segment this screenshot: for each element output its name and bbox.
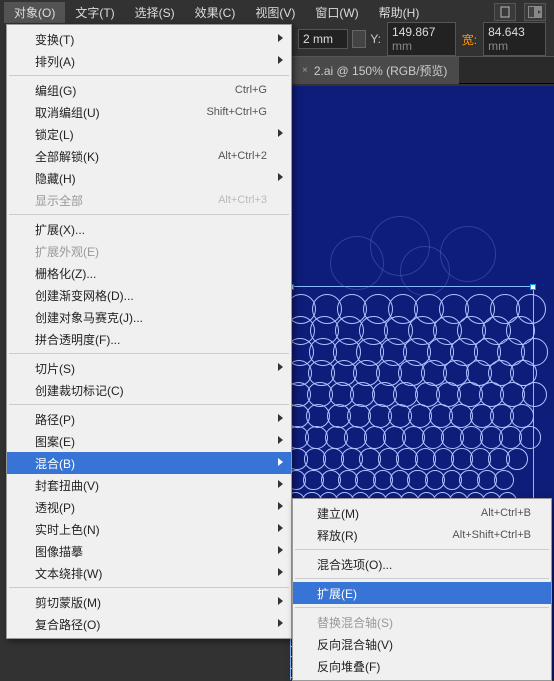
menu-item[interactable]: 剪切蒙版(M) bbox=[7, 591, 291, 613]
chevron-right-icon bbox=[278, 436, 283, 444]
menu-item[interactable]: 切片(S) bbox=[7, 357, 291, 379]
submenu-item[interactable]: 建立(M)Alt+Ctrl+B bbox=[293, 502, 551, 524]
menu-item[interactable]: 隐藏(H) bbox=[7, 167, 291, 189]
menu-item[interactable]: 锁定(L) bbox=[7, 123, 291, 145]
menu-item[interactable]: 图像描摹 bbox=[7, 540, 291, 562]
menu-item[interactable]: 图案(E) bbox=[7, 430, 291, 452]
chevron-right-icon bbox=[278, 546, 283, 554]
menu-type[interactable]: 文字(T) bbox=[65, 2, 124, 23]
tab-title: 2.ai @ 150% (RGB/预览) bbox=[314, 62, 448, 79]
menu-item[interactable]: 实时上色(N) bbox=[7, 518, 291, 540]
menubar: 对象(O) 文字(T) 选择(S) 效果(C) 视图(V) 窗口(W) 帮助(H… bbox=[0, 0, 554, 24]
chevron-right-icon bbox=[278, 568, 283, 576]
menu-item[interactable]: 路径(P) bbox=[7, 408, 291, 430]
blend-submenu: 建立(M)Alt+Ctrl+B释放(R)Alt+Shift+Ctrl+B 混合选项… bbox=[292, 498, 552, 681]
control-bar: 2 mm Y: 149.867 mm 宽: 84.643 mm bbox=[290, 24, 554, 54]
submenu-item[interactable]: 释放(R)Alt+Shift+Ctrl+B bbox=[293, 524, 551, 546]
chevron-right-icon bbox=[278, 458, 283, 466]
chevron-right-icon bbox=[278, 502, 283, 510]
submenu-item: 替换混合轴(S) bbox=[293, 611, 551, 633]
submenu-item[interactable]: 扩展(E) bbox=[293, 582, 551, 604]
document-tab[interactable]: × 2.ai @ 150% (RGB/预览) bbox=[290, 57, 459, 84]
submenu-item[interactable]: 反向堆叠(F) bbox=[293, 655, 551, 677]
menu-help[interactable]: 帮助(H) bbox=[369, 2, 430, 23]
menu-item[interactable]: 扩展(X)... bbox=[7, 218, 291, 240]
chevron-right-icon bbox=[278, 524, 283, 532]
object-menu: 变换(T)排列(A) 编组(G)Ctrl+G取消编组(U)Shift+Ctrl+G… bbox=[6, 24, 292, 639]
menu-item: 显示全部Alt+Ctrl+3 bbox=[7, 189, 291, 211]
menu-item[interactable]: 变换(T) bbox=[7, 28, 291, 50]
chevron-right-icon bbox=[278, 414, 283, 422]
y-label: Y: bbox=[370, 32, 381, 46]
chevron-right-icon bbox=[278, 173, 283, 181]
layout-icon[interactable] bbox=[524, 3, 546, 21]
w-label: 宽: bbox=[462, 31, 477, 48]
menu-window[interactable]: 窗口(W) bbox=[305, 2, 368, 23]
menu-item[interactable]: 封套扭曲(V) bbox=[7, 474, 291, 496]
menu-item[interactable]: 混合(B) bbox=[7, 452, 291, 474]
x-field[interactable]: 2 mm bbox=[298, 29, 348, 49]
menu-effect[interactable]: 效果(C) bbox=[185, 2, 246, 23]
tab-bar: × 2.ai @ 150% (RGB/预览) bbox=[290, 56, 554, 84]
menu-item[interactable]: 栅格化(Z)... bbox=[7, 262, 291, 284]
chevron-right-icon bbox=[278, 34, 283, 42]
menu-item[interactable]: 取消编组(U)Shift+Ctrl+G bbox=[7, 101, 291, 123]
selection-handle[interactable] bbox=[530, 284, 536, 290]
menu-item[interactable]: 拼合透明度(F)... bbox=[7, 328, 291, 350]
chevron-right-icon bbox=[278, 363, 283, 371]
tab-close[interactable]: × bbox=[302, 65, 308, 76]
chevron-right-icon bbox=[278, 56, 283, 64]
menu-item[interactable]: 创建对象马赛克(J)... bbox=[7, 306, 291, 328]
y-field[interactable]: 149.867 mm bbox=[387, 22, 456, 56]
chevron-right-icon bbox=[278, 619, 283, 627]
chevron-right-icon bbox=[278, 129, 283, 137]
chevron-right-icon bbox=[278, 597, 283, 605]
submenu-item[interactable]: 混合选项(O)... bbox=[293, 553, 551, 575]
menu-item[interactable]: 创建裁切标记(C) bbox=[7, 379, 291, 401]
w-field[interactable]: 84.643 mm bbox=[483, 22, 546, 56]
menu-item[interactable]: 全部解锁(K)Alt+Ctrl+2 bbox=[7, 145, 291, 167]
menu-view[interactable]: 视图(V) bbox=[245, 2, 305, 23]
menu-item[interactable]: 文本绕排(W) bbox=[7, 562, 291, 584]
menu-item[interactable]: 创建渐变网格(D)... bbox=[7, 284, 291, 306]
menu-item: 扩展外观(E) bbox=[7, 240, 291, 262]
menu-item[interactable]: 排列(A) bbox=[7, 50, 291, 72]
doc-icon[interactable] bbox=[494, 3, 516, 21]
menu-item[interactable]: 复合路径(O) bbox=[7, 613, 291, 635]
menu-item[interactable]: 透视(P) bbox=[7, 496, 291, 518]
chevron-right-icon bbox=[278, 480, 283, 488]
menu-select[interactable]: 选择(S) bbox=[125, 2, 185, 23]
submenu-item[interactable]: 反向混合轴(V) bbox=[293, 633, 551, 655]
menu-item[interactable]: 编组(G)Ctrl+G bbox=[7, 79, 291, 101]
menu-object[interactable]: 对象(O) bbox=[4, 2, 65, 23]
linked-icon[interactable] bbox=[352, 30, 366, 48]
